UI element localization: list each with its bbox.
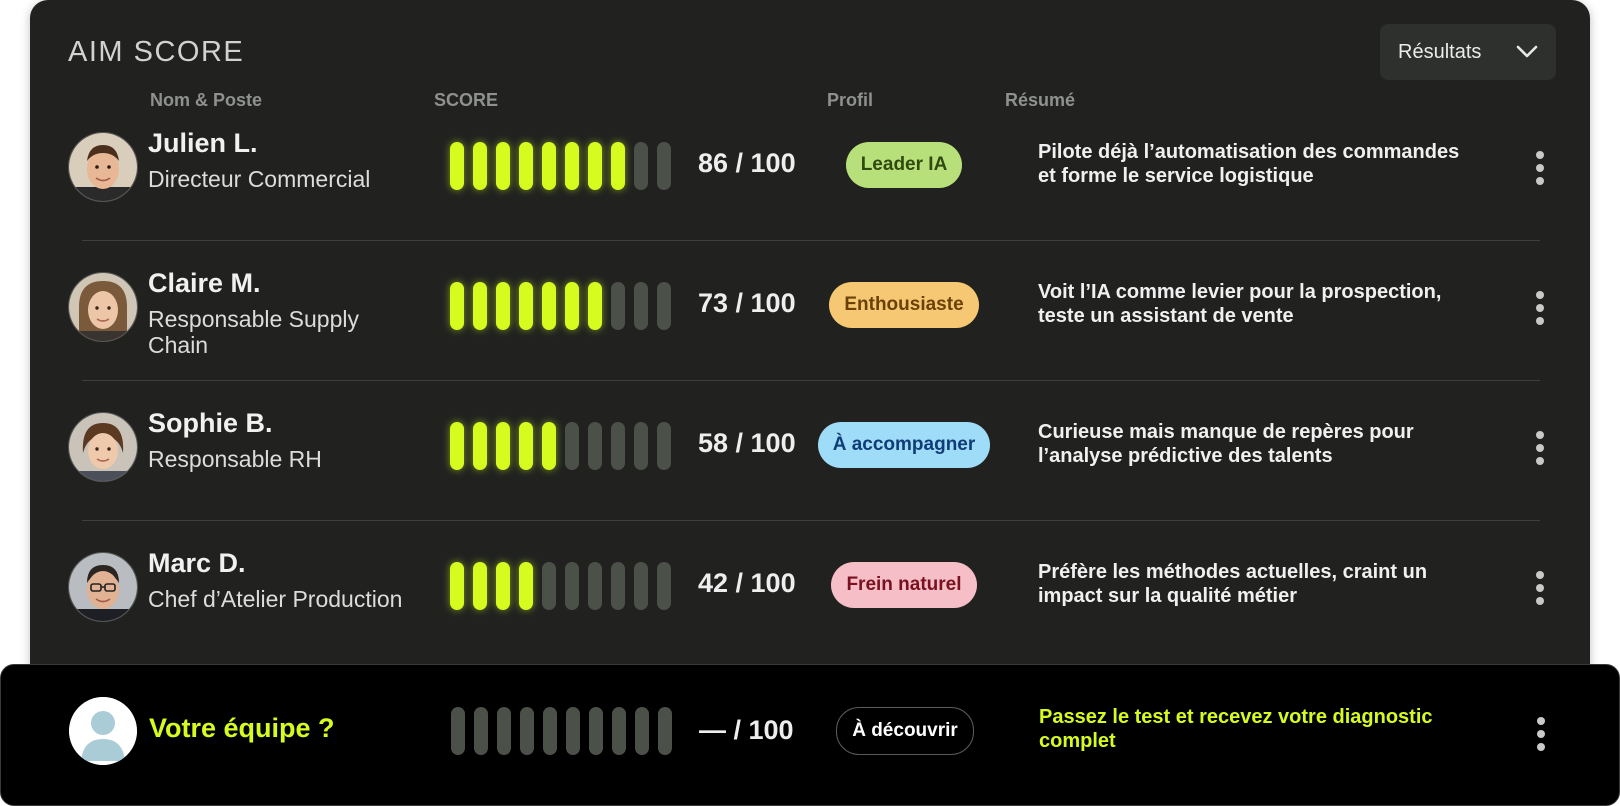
table-row[interactable]: Claire M. Responsable Supply Chain 73 / … xyxy=(30,238,1590,378)
table-row[interactable]: Julien L. Directeur Commercial 86 / 100 … xyxy=(30,98,1590,238)
member-name: Julien L. xyxy=(148,128,258,158)
more-options-icon[interactable] xyxy=(1530,291,1550,325)
more-options-icon[interactable] xyxy=(1530,151,1550,185)
score-bar-empty xyxy=(657,422,671,470)
member-role: Directeur Commercial xyxy=(148,166,371,192)
score-bar-empty xyxy=(520,707,534,755)
table-row[interactable]: Marc D. Chef d’Atelier Production 42 / 1… xyxy=(30,518,1590,658)
avatar xyxy=(68,552,138,622)
score-bar-filled xyxy=(611,142,625,190)
score-bar-filled xyxy=(450,422,464,470)
score-bar-filled xyxy=(519,142,533,190)
score-bar-filled xyxy=(496,282,510,330)
more-options-icon[interactable] xyxy=(1530,431,1550,465)
score-bar-filled xyxy=(519,422,533,470)
dropdown-label: Résultats xyxy=(1398,40,1482,63)
score-bar-empty xyxy=(635,707,649,755)
score-bars xyxy=(450,142,671,190)
summary-text: Pilote déjà l’automatisation des command… xyxy=(1038,141,1460,187)
score-bar-empty xyxy=(565,422,579,470)
score-bar-filled xyxy=(565,282,579,330)
score-bar-empty xyxy=(497,707,511,755)
score-bar-empty xyxy=(612,707,626,755)
avatar xyxy=(68,132,138,202)
score-bar-empty xyxy=(588,422,602,470)
score-bars xyxy=(450,562,671,610)
cta-text: Passez le test et recevez votre diagnost… xyxy=(1039,706,1433,752)
table-row[interactable]: Sophie B. Responsable RH 58 / 100 À acco… xyxy=(30,378,1590,518)
page-title: AIM SCORE xyxy=(68,36,245,68)
score-bar-empty xyxy=(542,562,556,610)
aim-score-card: AIM SCORE Résultats Nom & Poste SCORE Pr… xyxy=(30,0,1590,700)
score-bar-empty xyxy=(566,707,580,755)
summary-text: Curieuse mais manque de repères pour l’a… xyxy=(1038,421,1414,467)
score-bar-filled xyxy=(450,142,464,190)
score-value: 58 / 100 xyxy=(698,428,796,458)
score-bar-filled xyxy=(588,282,602,330)
your-team-row[interactable]: Votre équipe ? — / 100 À découvrir Passe… xyxy=(0,664,1620,806)
score-bar-empty xyxy=(634,282,648,330)
member-name: Marc D. xyxy=(148,548,246,578)
summary-text: Voit l’IA comme levier pour la prospecti… xyxy=(1038,281,1442,327)
score-value: 86 / 100 xyxy=(698,148,796,178)
profile-badge: Frein naturel xyxy=(831,562,977,608)
score-bar-filled xyxy=(473,422,487,470)
score-bar-filled xyxy=(473,562,487,610)
score-value: — / 100 xyxy=(699,715,794,745)
score-bar-empty xyxy=(634,562,648,610)
score-bar-empty xyxy=(543,707,557,755)
score-value: 73 / 100 xyxy=(698,288,796,318)
score-bar-empty xyxy=(657,282,671,330)
avatar xyxy=(68,272,138,342)
score-bar-filled xyxy=(496,142,510,190)
profile-badge: Enthousiaste xyxy=(829,282,979,328)
score-bar-filled xyxy=(473,282,487,330)
score-bar-empty xyxy=(658,707,672,755)
more-options-icon[interactable] xyxy=(1531,717,1551,751)
member-role: Responsable RH xyxy=(148,446,322,472)
score-bar-filled xyxy=(450,562,464,610)
more-options-icon[interactable] xyxy=(1530,571,1550,605)
summary-text: Préfère les méthodes actuelles, craint u… xyxy=(1038,561,1428,607)
score-bar-filled xyxy=(588,142,602,190)
score-bar-filled xyxy=(496,422,510,470)
score-bars xyxy=(450,282,671,330)
score-bar-filled xyxy=(450,282,464,330)
discover-button[interactable]: À découvrir xyxy=(836,707,974,755)
score-bar-empty xyxy=(451,707,465,755)
score-bar-empty xyxy=(474,707,488,755)
score-bar-filled xyxy=(496,562,510,610)
member-role: Responsable Supply Chain xyxy=(148,306,359,358)
score-bar-empty xyxy=(611,282,625,330)
your-team-label: Votre équipe ? xyxy=(149,713,335,743)
score-bar-filled xyxy=(542,142,556,190)
score-bar-empty xyxy=(657,142,671,190)
profile-badge: Leader IA xyxy=(845,142,963,188)
score-bar-empty xyxy=(588,562,602,610)
member-role: Chef d’Atelier Production xyxy=(148,586,403,612)
score-bar-empty xyxy=(589,707,603,755)
score-bar-filled xyxy=(519,562,533,610)
score-bar-empty xyxy=(634,422,648,470)
results-dropdown[interactable]: Résultats xyxy=(1380,24,1556,80)
score-bar-empty xyxy=(611,422,625,470)
placeholder-avatar-icon xyxy=(69,697,137,765)
avatar xyxy=(68,412,138,482)
score-bar-empty xyxy=(565,562,579,610)
score-bars xyxy=(451,707,672,755)
score-value: 42 / 100 xyxy=(698,568,796,598)
member-name: Claire M. xyxy=(148,268,261,298)
score-bars xyxy=(450,422,671,470)
score-bar-filled xyxy=(473,142,487,190)
profile-badge: À accompagner xyxy=(817,422,991,468)
chevron-down-icon xyxy=(1516,45,1538,59)
member-name: Sophie B. xyxy=(148,408,273,438)
score-bar-filled xyxy=(542,282,556,330)
score-bar-empty xyxy=(634,142,648,190)
score-bar-filled xyxy=(565,142,579,190)
score-bar-filled xyxy=(519,282,533,330)
score-bar-empty xyxy=(657,562,671,610)
score-bar-empty xyxy=(611,562,625,610)
score-bar-filled xyxy=(542,422,556,470)
